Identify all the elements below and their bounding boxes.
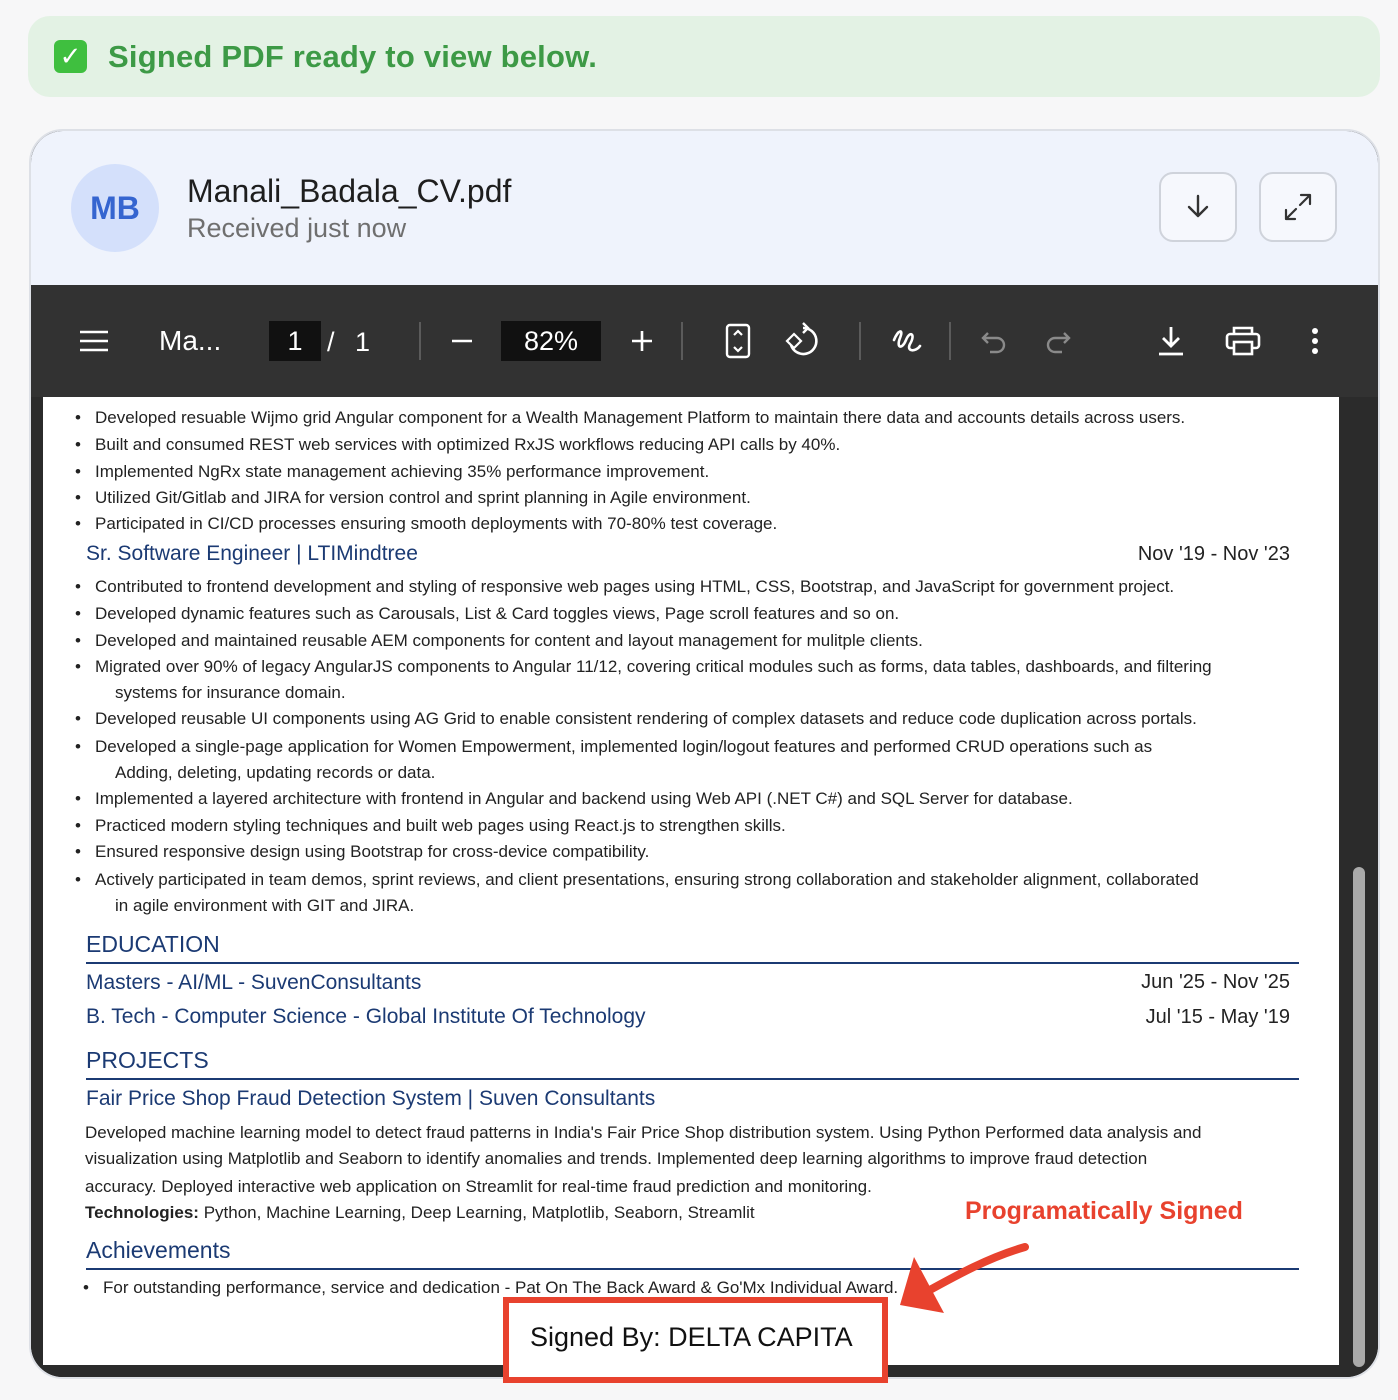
divider	[419, 322, 421, 360]
redo-icon	[1046, 332, 1071, 354]
divider	[949, 322, 951, 360]
education-item: B. Tech - Computer Science - Global Inst…	[86, 1005, 646, 1028]
list-item: Implemented NgRx state management achiev…	[75, 459, 709, 485]
file-name: Manali_Badala_CV.pdf	[187, 173, 512, 209]
rotate-button[interactable]	[783, 321, 823, 361]
list-item: Developed a single-page application for …	[75, 734, 1152, 760]
more-options-button[interactable]	[1301, 321, 1329, 361]
list-item: Built and consumed REST web services wit…	[75, 432, 840, 458]
more-vertical-icon	[1312, 328, 1318, 354]
signed-by-text: Signed By: DELTA CAPITA	[530, 1322, 853, 1352]
section-rule	[86, 962, 1299, 964]
list-item: Developed resuable Wijmo grid Angular co…	[75, 405, 1185, 431]
banner-text: Signed PDF ready to view below.	[108, 38, 598, 74]
zoom-out-button[interactable]	[445, 323, 479, 359]
success-banner: ✓ Signed PDF ready to view below.	[28, 16, 1380, 97]
document-title: Ma...	[159, 325, 222, 356]
education-dates: Jul '15 - May '19	[1145, 1006, 1290, 1028]
projects-heading: PROJECTS	[86, 1047, 209, 1073]
zoom-in-button[interactable]	[625, 323, 659, 359]
check-icon: ✓	[54, 40, 87, 73]
list-item-continuation: systems for insurance domain.	[115, 683, 346, 702]
signature-icon	[892, 330, 922, 352]
project-description-line: accuracy. Deployed interactive web appli…	[85, 1177, 872, 1196]
achievements-heading: Achievements	[86, 1237, 231, 1263]
list-item: Developed and maintained reusable AEM co…	[75, 628, 923, 654]
list-item: Implemented a layered architecture with …	[75, 786, 1073, 812]
list-item: Actively participated in team demos, spr…	[75, 867, 1199, 893]
fit-page-button[interactable]	[721, 321, 755, 361]
annotation-arrow-icon	[900, 1243, 1029, 1313]
annotation-label: Programatically Signed	[965, 1197, 1243, 1225]
section-rule	[86, 1268, 1299, 1270]
document-viewport[interactable]: Developed resuable Wijmo grid Angular co…	[31, 397, 1378, 1377]
job-dates: Nov '19 - Nov '23	[1137, 543, 1290, 565]
rotate-icon	[785, 322, 818, 356]
undo-icon	[981, 332, 1006, 354]
toolbar-download-button[interactable]	[1153, 321, 1189, 361]
list-item: Migrated over 90% of legacy AngularJS co…	[75, 654, 1212, 680]
list-item: Developed dynamic features such as Carou…	[75, 601, 899, 627]
download-icon	[1159, 327, 1183, 356]
card-header: MB Manali_Badala_CV.pdf Received just no…	[31, 131, 1378, 286]
job-title: Sr. Software Engineer | LTIMindtree	[86, 542, 418, 565]
education-item: Masters - AI/ML - SuvenConsultants	[86, 971, 422, 994]
page-input[interactable]: 1	[269, 321, 321, 361]
section-rule	[86, 1078, 1299, 1080]
avatar: MB	[71, 164, 159, 252]
menu-button[interactable]	[77, 325, 111, 357]
expand-icon	[1284, 193, 1312, 221]
pdf-toolbar: Ma... 1 / 1 82%	[31, 285, 1378, 397]
pdf-card: MB Manali_Badala_CV.pdf Received just no…	[29, 129, 1380, 1379]
list-item: Participated in CI/CD processes ensuring…	[75, 511, 777, 537]
received-time: Received just now	[187, 213, 407, 243]
page-total: 1	[355, 327, 371, 357]
printer-icon	[1225, 326, 1261, 356]
divider	[859, 322, 861, 360]
education-dates: Jun '25 - Nov '25	[1141, 971, 1290, 993]
list-item: Practiced modern styling techniques and …	[75, 813, 786, 839]
hamburger-icon	[80, 330, 108, 352]
divider	[681, 322, 683, 360]
page-separator: /	[327, 327, 335, 357]
minus-icon	[452, 339, 472, 343]
list-item: Contributed to frontend development and …	[75, 574, 1174, 600]
download-button[interactable]	[1159, 172, 1237, 242]
project-title: Fair Price Shop Fraud Detection System |…	[86, 1087, 656, 1110]
project-description-line: Developed machine learning model to dete…	[85, 1123, 1202, 1142]
technologies-label: Technologies:	[85, 1203, 199, 1222]
print-button[interactable]	[1223, 321, 1263, 361]
zoom-level[interactable]: 82%	[501, 321, 601, 361]
list-item: Utilized Git/Gitlab and JIRA for version…	[75, 485, 751, 511]
expand-button[interactable]	[1259, 172, 1337, 242]
fit-page-icon	[725, 323, 751, 359]
scrollbar[interactable]	[1353, 867, 1365, 1367]
list-item: Ensured responsive design using Bootstra…	[75, 839, 649, 865]
undo-button[interactable]	[977, 323, 1011, 359]
download-arrow-icon	[1187, 194, 1209, 218]
plus-icon	[632, 331, 652, 351]
education-heading: EDUCATION	[86, 931, 220, 957]
redo-button[interactable]	[1041, 323, 1075, 359]
technologies-list: Python, Machine Learning, Deep Learning,…	[198, 1203, 755, 1222]
list-item: Developed reusable UI components using A…	[75, 706, 1197, 732]
list-item-continuation: Adding, deleting, updating records or da…	[115, 763, 436, 782]
annotate-button[interactable]	[887, 321, 927, 361]
project-description-line: visualization using Matplotlib and Seabo…	[85, 1149, 1148, 1168]
list-item-continuation: in agile environment with GIT and JIRA.	[115, 896, 415, 915]
